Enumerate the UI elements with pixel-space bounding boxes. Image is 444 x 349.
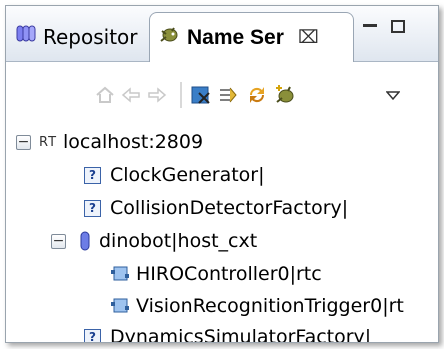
unknown-object-icon: ? xyxy=(84,328,101,342)
tree-root-node[interactable]: − RT localhost:2809 xyxy=(16,128,203,156)
tree-item-label: VisionRecognitionTrigger0|rt xyxy=(136,295,404,317)
tree-item[interactable]: ? DynamicsSimulatorFactory| xyxy=(84,323,372,343)
tree-item[interactable]: ? CollisionDetectorFactory| xyxy=(84,194,348,222)
view-tab-bar: Repositor Name Ser ⌧ xyxy=(6,6,438,62)
tree-root-label: localhost:2809 xyxy=(63,131,204,153)
rt-component-icon xyxy=(110,265,130,283)
name-service-view: Repositor Name Ser ⌧ − RT localhost:2809… xyxy=(5,5,439,343)
tree-item[interactable]: VisionRecognitionTrigger0|rt xyxy=(110,292,404,320)
filter-icon[interactable] xyxy=(218,84,240,106)
view-menu-icon[interactable] xyxy=(385,86,401,105)
name-service-icon xyxy=(158,25,180,50)
tree-item-label: CollisionDetectorFactory| xyxy=(110,197,349,219)
back-icon[interactable] xyxy=(120,84,142,106)
tree-context-node[interactable]: − dinobot|host_cxt xyxy=(51,227,257,255)
maximize-icon[interactable] xyxy=(391,20,405,33)
tree-item-label: ClockGenerator| xyxy=(110,164,265,186)
unknown-object-icon: ? xyxy=(84,199,101,217)
tab-repository-label: Repositor xyxy=(43,24,138,49)
collapse-context-icon[interactable]: − xyxy=(51,233,66,249)
tab-name-service[interactable]: Name Ser ⌧ xyxy=(149,12,354,62)
tree-item-label: dinobot|host_cxt xyxy=(99,230,258,252)
host-context-icon xyxy=(80,231,90,251)
rt-component-icon xyxy=(110,297,130,315)
unknown-object-icon: ? xyxy=(84,166,101,184)
tree-item[interactable]: HIROController0|rtc xyxy=(110,260,322,288)
tree-item-label: HIROController0|rtc xyxy=(136,263,322,285)
refresh-icon[interactable] xyxy=(246,84,268,106)
collapse-icon[interactable] xyxy=(190,84,212,106)
toolbar-separator xyxy=(180,82,182,108)
tab-repository[interactable]: Repositor xyxy=(6,12,146,61)
rt-prefix-icon: RT xyxy=(39,134,58,150)
forward-icon[interactable] xyxy=(146,84,168,106)
name-service-tree: − RT localhost:2809 ? ClockGenerator| ? … xyxy=(6,124,438,342)
close-tab-icon[interactable]: ⌧ xyxy=(298,27,319,48)
tree-item-label: DynamicsSimulatorFactory| xyxy=(110,326,372,343)
view-toolbar xyxy=(6,62,438,122)
tree-item[interactable]: ? ClockGenerator| xyxy=(84,161,265,189)
minimize-icon[interactable] xyxy=(363,20,377,27)
tab-name-service-label: Name Ser xyxy=(187,25,284,49)
collapse-root-icon[interactable]: − xyxy=(16,134,31,150)
home-icon[interactable] xyxy=(94,84,116,106)
add-name-server-icon[interactable] xyxy=(274,84,296,106)
repository-icon xyxy=(16,24,36,49)
